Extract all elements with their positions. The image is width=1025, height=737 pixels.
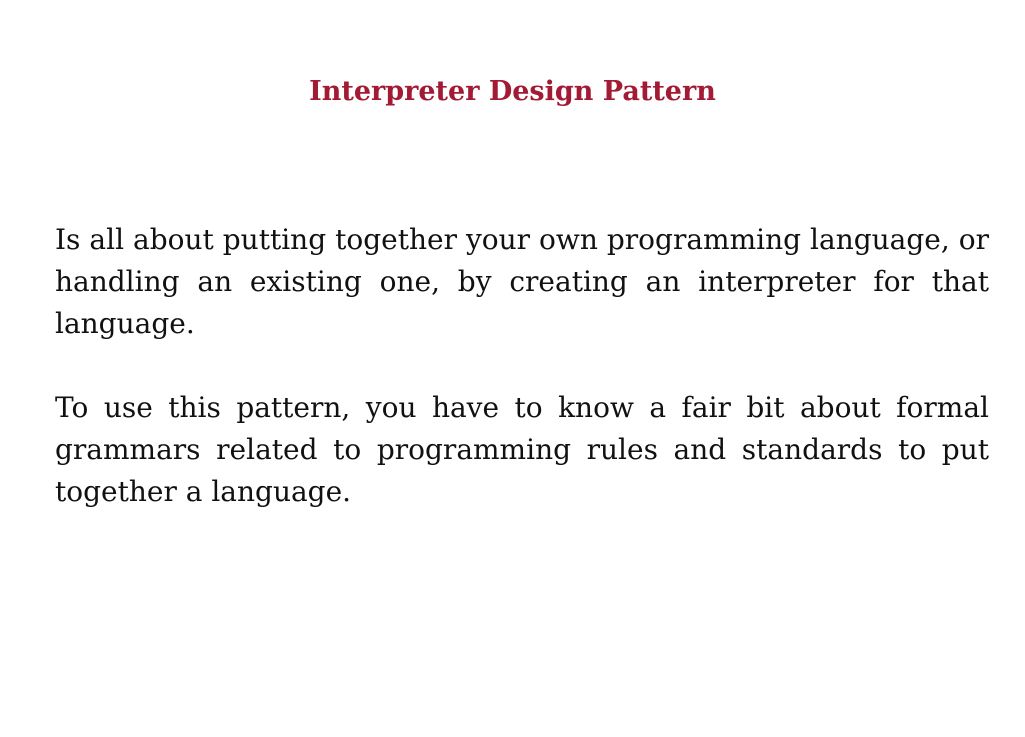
paragraph-definition: Is all about putting together your own p… xyxy=(55,223,989,340)
slide-title: Interpreter Design Pattern xyxy=(309,76,716,107)
slide: Interpreter Design Pattern Is all about … xyxy=(0,0,1025,737)
paragraph-requirements: To use this pattern, you have to know a … xyxy=(55,391,989,508)
